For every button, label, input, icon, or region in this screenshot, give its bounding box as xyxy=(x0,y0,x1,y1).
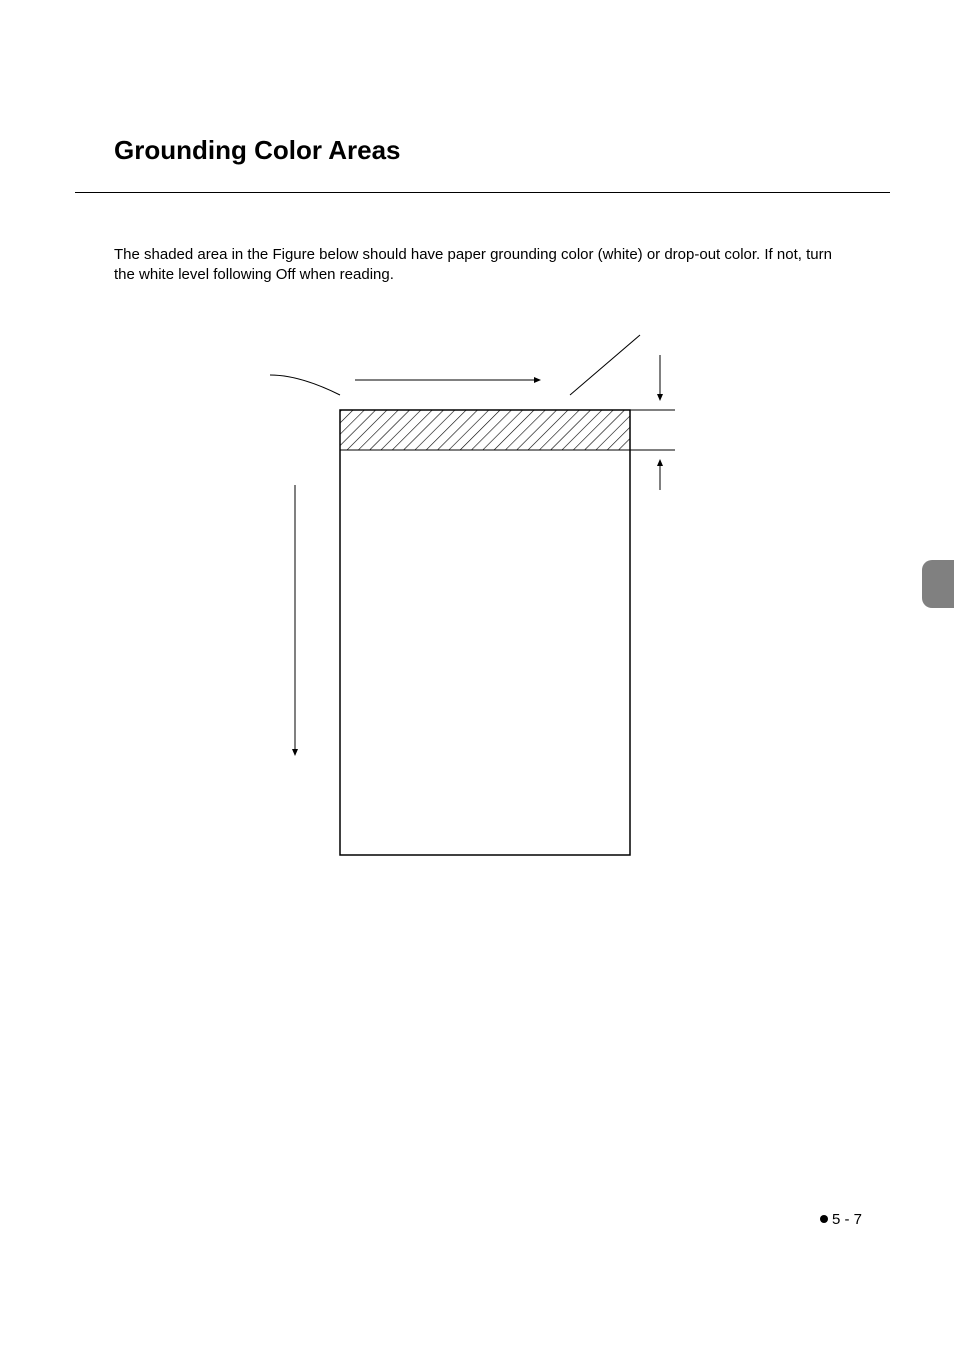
page-number: 5 - 7 xyxy=(820,1211,862,1228)
grounding-color-diagram xyxy=(200,325,760,885)
title-divider xyxy=(75,192,890,193)
section-tab xyxy=(922,560,954,608)
body-paragraph: The shaded area in the Figure below shou… xyxy=(114,245,844,286)
page-number-text: 5 - 7 xyxy=(832,1211,862,1228)
page-title: Grounding Color Areas xyxy=(114,135,401,166)
bullet-icon xyxy=(820,1215,828,1223)
diagram-svg xyxy=(200,325,760,885)
